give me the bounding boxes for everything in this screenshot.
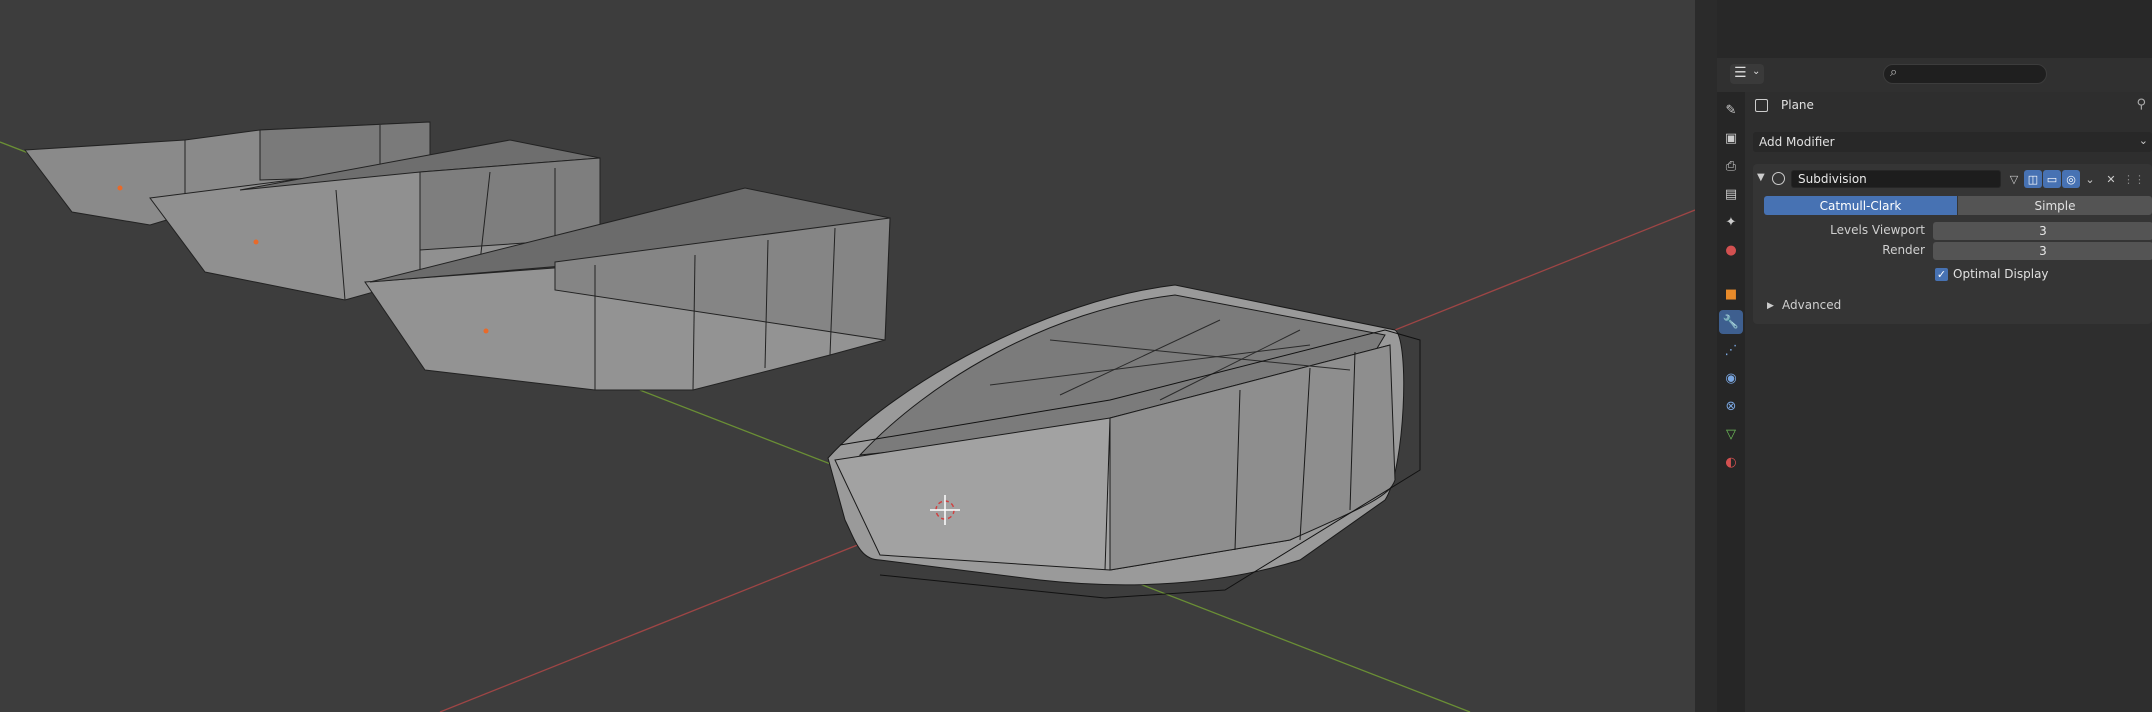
- properties-header: ☰ ⌄ ⌕: [1717, 58, 2152, 92]
- particles-icon[interactable]: ⋰: [1719, 338, 1743, 362]
- modifier-name-field[interactable]: Subdivision: [1791, 170, 2001, 188]
- origin-dot: [483, 328, 489, 334]
- render-levels-label: Render: [1882, 243, 1925, 257]
- object-data-icon: [1755, 99, 1768, 112]
- properties-topbar: [1717, 0, 2152, 59]
- modifier-header: ▼ Subdivision ▽ ◫ ▭ ◎ ⌄ ✕ ⋮⋮: [1753, 164, 2152, 194]
- region-divider[interactable]: [1695, 0, 1717, 712]
- chevron-down-icon[interactable]: ⌄: [2081, 170, 2099, 188]
- properties-tabs: ✎ ▣ ⎙ ▤ ✦ ● ■ 🔧 ⋰ ◉ ⊗ ▽ ◐: [1717, 92, 1745, 712]
- object-icon[interactable]: ■: [1719, 282, 1743, 306]
- editor-type-icon: ☰: [1734, 65, 1747, 81]
- pin-icon[interactable]: ⚲: [2136, 97, 2146, 112]
- editor-type-button[interactable]: ☰ ⌄: [1730, 64, 1764, 84]
- subdivision-icon: [1772, 172, 1785, 185]
- render-display-icon[interactable]: ◎: [2062, 170, 2080, 188]
- world-icon[interactable]: ●: [1719, 238, 1743, 262]
- optimal-display-checkbox[interactable]: ✓: [1935, 268, 1948, 281]
- chevron-down-icon: ⌄: [1752, 66, 1761, 77]
- origin-dot: [117, 185, 123, 191]
- physics-icon[interactable]: ◉: [1719, 366, 1743, 390]
- catmull-clark-button[interactable]: Catmull-Clark: [1764, 196, 1957, 215]
- tool-icon[interactable]: ✎: [1719, 98, 1743, 122]
- material-icon[interactable]: ◐: [1719, 450, 1743, 474]
- 3d-viewport[interactable]: [0, 0, 1695, 712]
- render-icon[interactable]: ▣: [1719, 126, 1743, 150]
- object-name: Plane: [1781, 98, 1814, 112]
- origin-dot: [253, 239, 259, 245]
- search-icon: ⌕: [1890, 65, 1898, 80]
- modifier-icon[interactable]: 🔧: [1719, 310, 1743, 334]
- add-modifier-label: Add Modifier: [1759, 135, 1835, 149]
- simple-button[interactable]: Simple: [1958, 196, 2152, 215]
- view-layer-icon[interactable]: ▤: [1719, 182, 1743, 206]
- drag-handle-icon[interactable]: ⋮⋮: [2123, 170, 2145, 188]
- advanced-subpanel-label[interactable]: Advanced: [1782, 298, 1841, 312]
- viewport-display-icon[interactable]: ▭: [2043, 170, 2061, 188]
- output-icon[interactable]: ⎙: [1719, 154, 1743, 178]
- optimal-display-label: Optimal Display: [1953, 267, 2049, 281]
- close-icon[interactable]: ✕: [2102, 170, 2120, 188]
- edit-cage-icon[interactable]: ▽: [2005, 170, 2023, 188]
- collapse-arrow-icon[interactable]: ▼: [1757, 172, 1765, 183]
- modifier-name: Subdivision: [1798, 172, 1867, 186]
- chevron-down-icon: ⌄: [2138, 134, 2148, 147]
- modifier-panel: Plane ⚲ Add Modifier ⌄ ▼ Subdivision ▽ ◫…: [1745, 92, 2152, 712]
- constraints-icon[interactable]: ⊗: [1719, 394, 1743, 418]
- levels-viewport-field[interactable]: 3: [1933, 222, 2152, 240]
- levels-viewport-label: Levels Viewport: [1830, 223, 1925, 237]
- render-levels-field[interactable]: 3: [1933, 242, 2152, 260]
- expand-arrow-icon[interactable]: ▶: [1767, 301, 1774, 311]
- scene-icon[interactable]: ✦: [1719, 210, 1743, 234]
- data-icon[interactable]: ▽: [1719, 422, 1743, 446]
- editmode-icon[interactable]: ◫: [2024, 170, 2042, 188]
- add-modifier-dropdown[interactable]: Add Modifier ⌄: [1753, 132, 2152, 152]
- context-row: Plane ⚲: [1745, 92, 2152, 120]
- boat-mesh-subdivided: [827, 284, 1421, 599]
- search-input[interactable]: ⌕: [1883, 64, 2047, 84]
- properties-editor: ☰ ⌄ ⌕ ✎ ▣ ⎙ ▤ ✦ ● ■ 🔧 ⋰ ◉ ⊗ ▽ ◐ Plane ⚲ …: [1717, 0, 2152, 712]
